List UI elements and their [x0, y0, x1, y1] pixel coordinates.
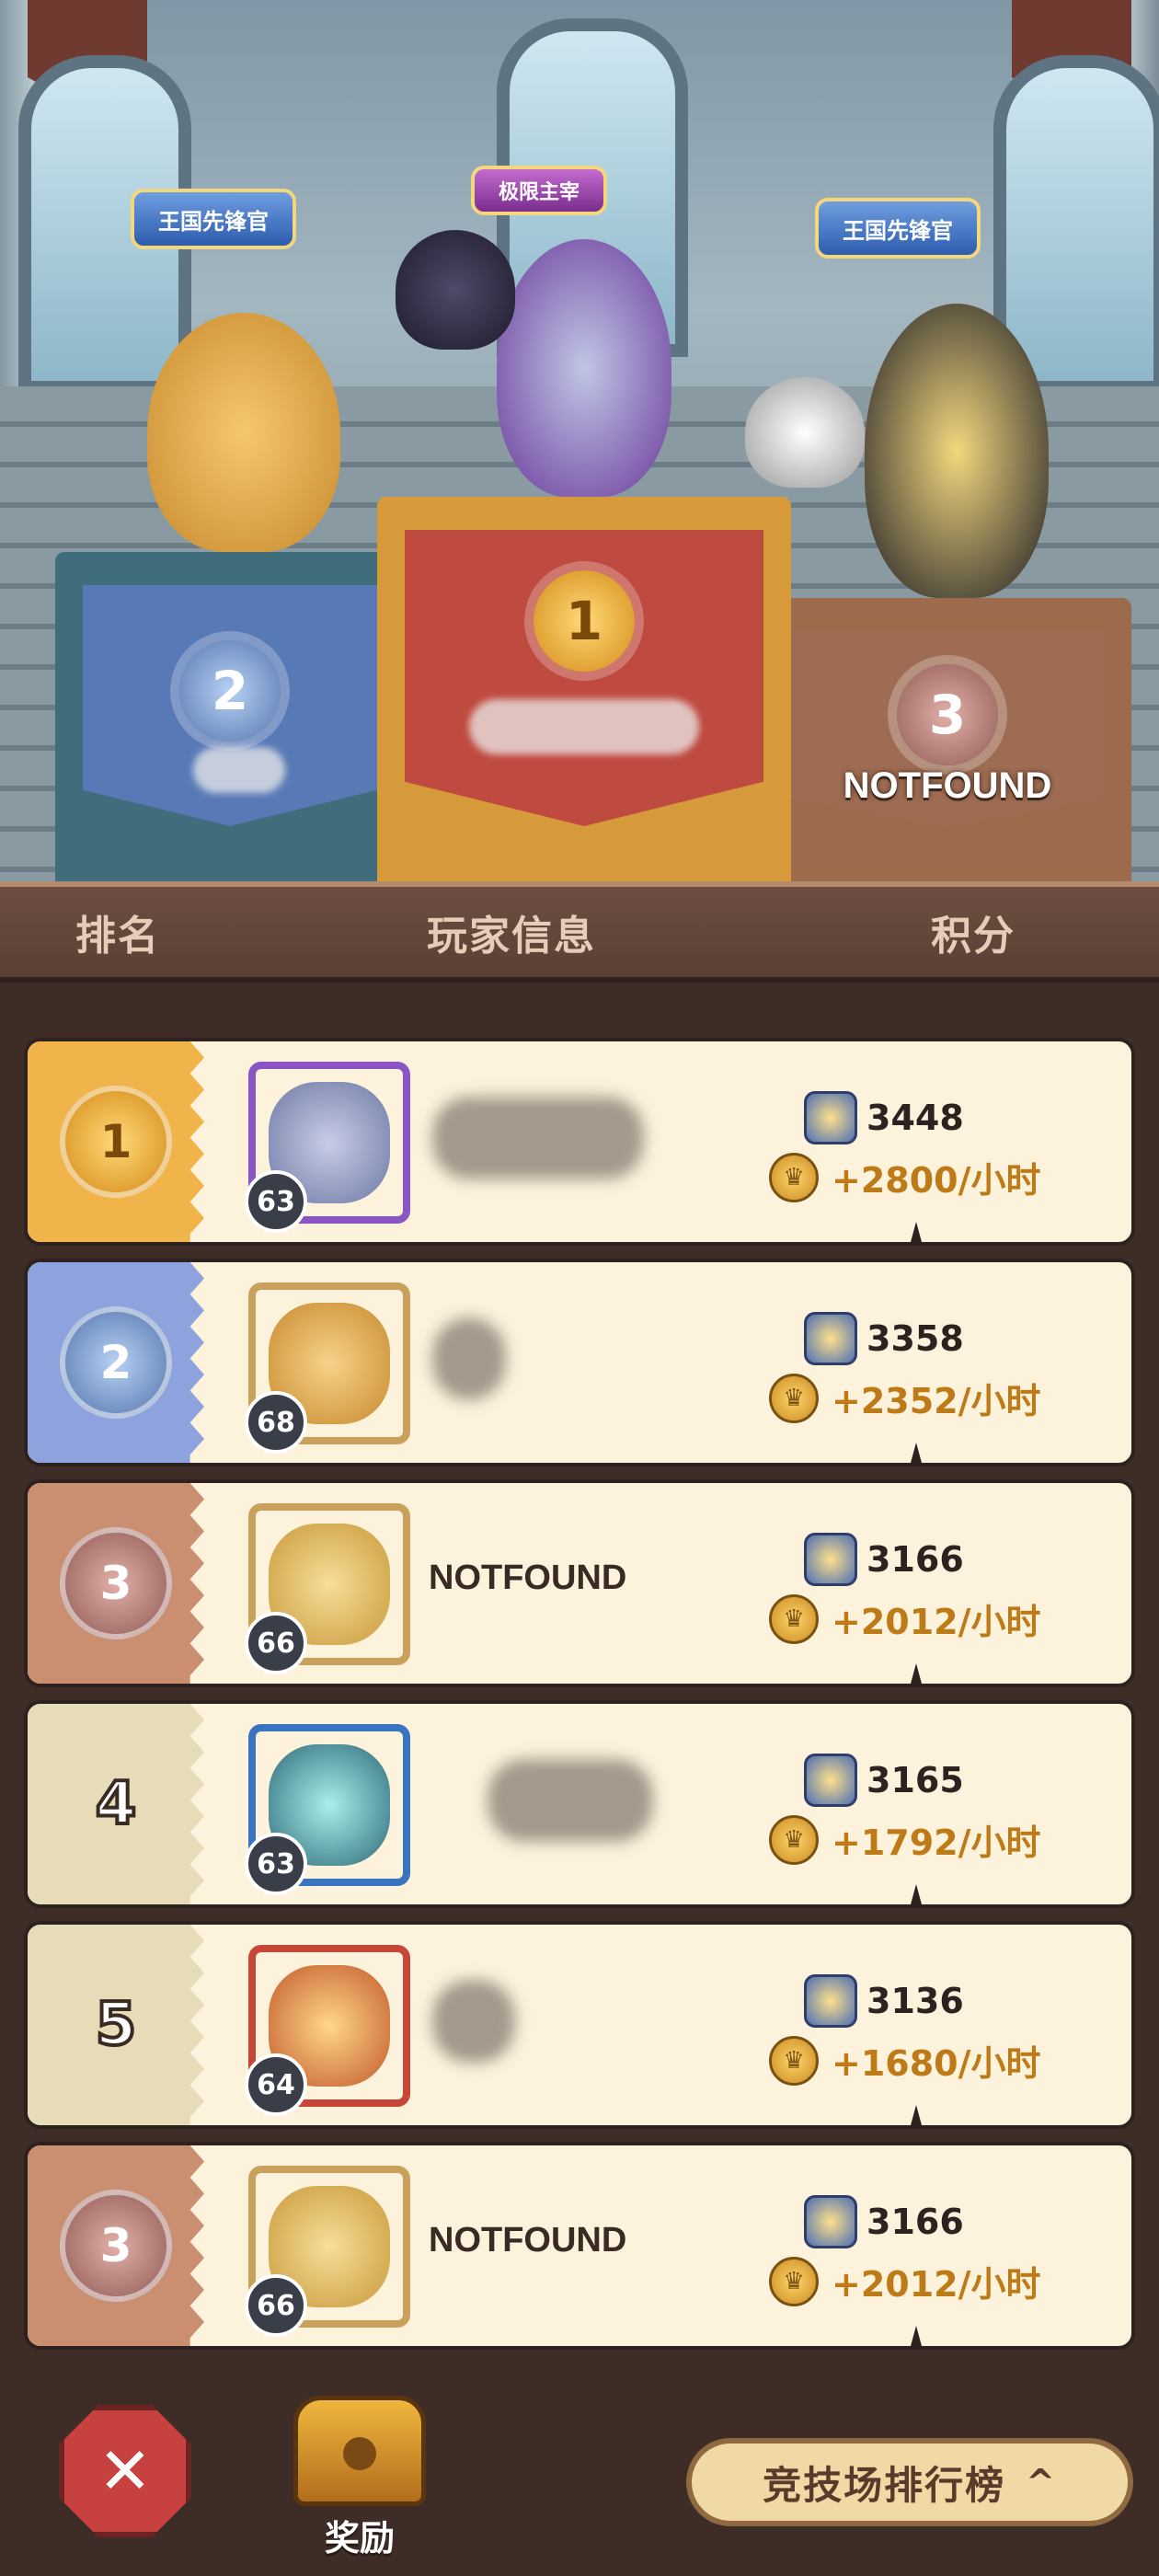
title-badge-first: 极限主宰 — [471, 166, 608, 215]
income-rate: ♛ +2012/小时 — [769, 1593, 1040, 1644]
income-rate: ♛ +2800/小时 — [769, 1152, 1040, 1202]
first-place-character — [497, 239, 671, 497]
obscured-name — [488, 1759, 653, 1842]
title-badge-third: 王国先锋官 — [815, 198, 981, 259]
income-rate: ♛ +2012/小时 — [769, 2256, 1040, 2306]
income-rate: ♛ +2352/小时 — [769, 1373, 1040, 1423]
podium-name-third: NOTFOUND — [843, 765, 1052, 806]
rank-cell: 5 — [28, 1925, 204, 2125]
panda-pet — [745, 377, 865, 488]
obscured-name — [469, 699, 699, 754]
avatar[interactable]: 66 — [245, 1503, 410, 1674]
treasure-chest-icon — [293, 2396, 426, 2506]
score: 3448 — [804, 1091, 964, 1144]
avatar[interactable]: 64 — [245, 1945, 410, 2116]
chevron-up-icon: ^ — [1026, 2462, 1057, 2502]
rank-cell: 3 — [28, 1483, 204, 1684]
obscured-name — [193, 747, 285, 793]
leaderboard-row-self[interactable]: 3 66 NOTFOUND 3166 ♛ +2012/小时 — [24, 2142, 1135, 2350]
score: 3165 — [804, 1754, 964, 1807]
level-badge: 68 — [245, 1391, 307, 1454]
rank-number: 5 — [94, 1989, 138, 2061]
obscured-name — [432, 1097, 644, 1179]
header-player-info: 玩家信息 — [427, 913, 596, 960]
coin-icon: ♛ — [769, 1814, 819, 1865]
trophy-icon — [804, 1312, 857, 1365]
medal-third-icon: 3 — [897, 664, 998, 765]
avatar[interactable]: 66 — [245, 2166, 410, 2337]
obscured-name — [432, 1317, 506, 1400]
rank-medal-bronze-icon: 3 — [60, 1527, 172, 1639]
leaderboard-row[interactable]: 4 63 3165 ♛ +1792/小时 — [24, 1700, 1135, 1908]
crossed-swords-icon: ✕ — [98, 2433, 153, 2509]
obscured-name — [432, 1980, 515, 2063]
rank-cell: 2 — [28, 1262, 204, 1463]
player-name: NOTFOUND — [429, 2221, 627, 2260]
avatar[interactable]: 63 — [245, 1062, 410, 1233]
level-badge: 64 — [245, 2053, 307, 2116]
level-badge: 66 — [245, 2274, 307, 2337]
income-rate: ♛ +1792/小时 — [769, 1814, 1040, 1865]
leaderboard-list: 1 63 3448 ♛ +2800/小时 2 68 3358 ♛ +2352/小… — [24, 1038, 1135, 2363]
rank-number: 4 — [94, 1768, 138, 1840]
trophy-icon — [804, 2195, 857, 2248]
rank-cell: 1 — [28, 1041, 204, 1242]
podium-scene: 王国先锋官 2 极限主宰 1 王国先锋官 3 NOTFOUND — [0, 0, 1159, 881]
header-rank: 排名 — [75, 913, 160, 960]
rank-medal-silver-icon: 2 — [60, 1306, 172, 1419]
coin-icon: ♛ — [769, 1152, 819, 1202]
trophy-icon — [804, 1533, 857, 1586]
battle-button[interactable]: ✕ — [59, 2405, 191, 2537]
leaderboard-row[interactable]: 5 64 3136 ♛ +1680/小时 — [24, 1921, 1135, 2129]
rank-medal-bronze-icon: 3 — [60, 2190, 172, 2302]
coin-icon: ♛ — [769, 1593, 819, 1644]
trophy-icon — [804, 1974, 857, 2028]
level-badge: 66 — [245, 1612, 307, 1674]
header-score: 积分 — [931, 913, 1016, 960]
medal-second-icon: 2 — [179, 640, 281, 742]
coin-icon: ♛ — [769, 2035, 819, 2086]
score: 3136 — [804, 1974, 964, 2028]
level-badge: 63 — [245, 1833, 307, 1895]
second-place-character — [147, 313, 340, 552]
leaderboard-row[interactable]: 3 66 NOTFOUND 3166 ♛ +2012/小时 — [24, 1479, 1135, 1687]
score: 3166 — [804, 1533, 964, 1586]
rank-cell: 4 — [28, 1704, 204, 1904]
arena-leaderboard-button[interactable]: 竞技场排行榜 ^ — [686, 2438, 1133, 2526]
income-rate: ♛ +1680/小时 — [769, 2035, 1040, 2086]
pedestal-second: 2 — [55, 552, 405, 881]
leaderboard-row[interactable]: 2 68 3358 ♛ +2352/小时 — [24, 1259, 1135, 1466]
pedestal-third: 3 NOTFOUND — [763, 598, 1131, 881]
rank-cell: 3 — [28, 2145, 204, 2346]
reward-button[interactable]: 奖励 — [291, 2396, 429, 2559]
avatar[interactable]: 68 — [245, 1282, 410, 1454]
reward-label: 奖励 — [324, 2518, 395, 2559]
trophy-icon — [804, 1091, 857, 1144]
rank-medal-gold-icon: 1 — [60, 1086, 172, 1198]
score: 3166 — [804, 2195, 964, 2248]
arena-leaderboard-label: 竞技场排行榜 — [763, 2462, 1006, 2508]
leaderboard-header: 排名 玩家信息 积分 — [0, 881, 1159, 983]
level-badge: 63 — [245, 1170, 307, 1233]
pedestal-first: 1 — [377, 497, 791, 881]
coin-icon: ♛ — [769, 1373, 819, 1423]
medal-first-icon: 1 — [534, 570, 635, 672]
coin-icon: ♛ — [769, 2256, 819, 2306]
dragon-pet — [396, 230, 515, 350]
trophy-icon — [804, 1754, 857, 1807]
title-badge-second: 王国先锋官 — [131, 189, 296, 249]
leaderboard-row[interactable]: 1 63 3448 ♛ +2800/小时 — [24, 1038, 1135, 1246]
third-place-character — [865, 304, 1049, 598]
score: 3358 — [804, 1312, 964, 1365]
player-name: NOTFOUND — [429, 1558, 627, 1597]
avatar[interactable]: 63 — [245, 1724, 410, 1895]
